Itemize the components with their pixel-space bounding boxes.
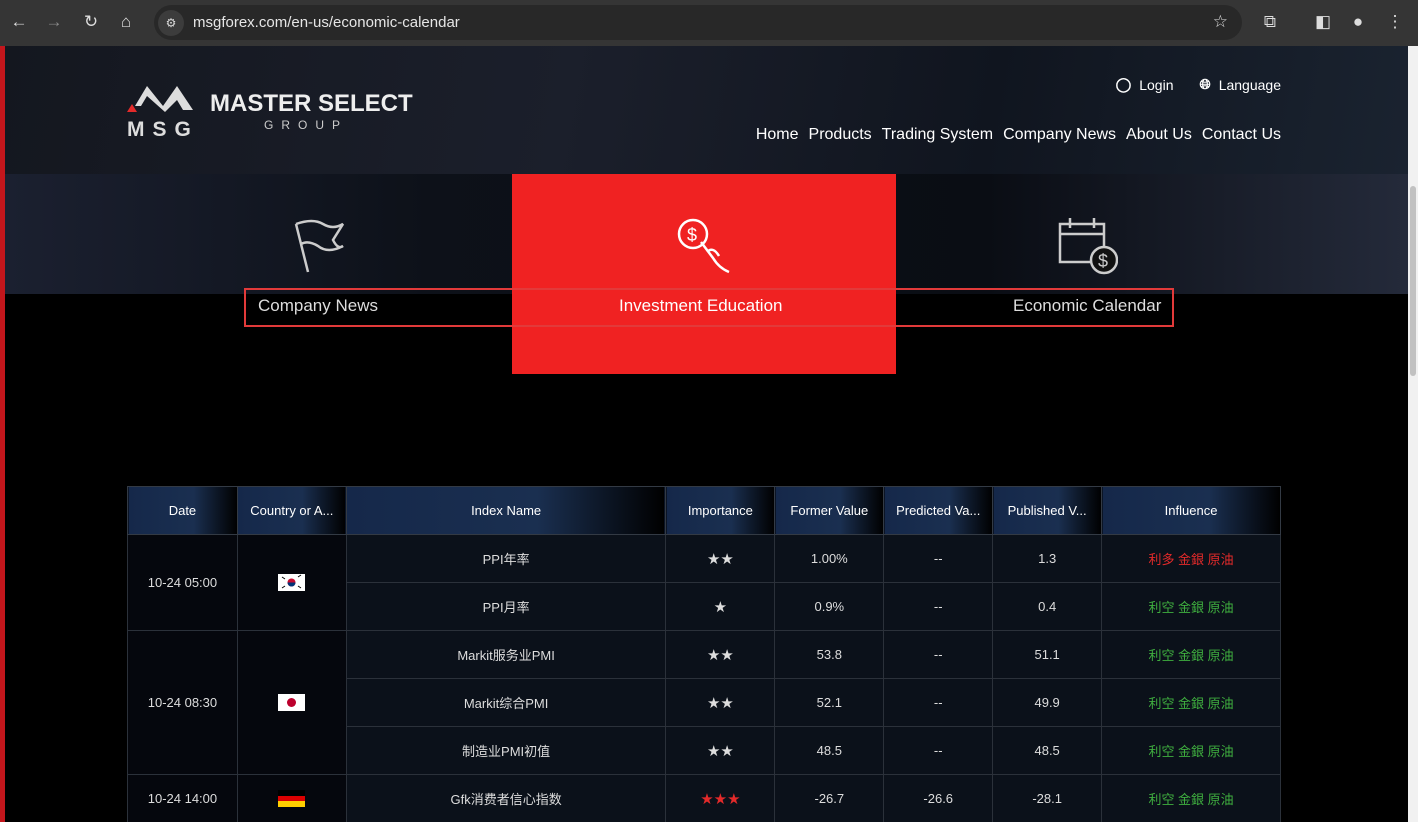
logo-msg: MSG [127, 118, 199, 141]
nav-about-us[interactable]: About Us [1126, 126, 1192, 144]
former-value-cell: 48.5 [774, 726, 885, 775]
nav-home[interactable]: Home [756, 126, 799, 144]
dollar-hand-icon: $ [677, 218, 730, 274]
calendar-dollar-icon: $ [1058, 218, 1118, 275]
tab-company-news[interactable]: Company News [258, 296, 378, 316]
table-row: 10-24 14:00 Gfk消费者信心指数 ★★★ -26.7 -26.6 -28.1 利… [127, 774, 1281, 822]
scrollbar[interactable] [1408, 46, 1418, 822]
globe-icon: 🌐︎ [1199, 76, 1211, 92]
date-cell: 10-24 08:30 [127, 630, 238, 775]
date-cell: 10-24 05:00 [127, 534, 238, 631]
tab-investment-education[interactable]: Investment Education [619, 296, 782, 316]
language-link[interactable]: 🌐︎ Language [1200, 76, 1282, 93]
former-value-cell: 52.1 [774, 678, 885, 727]
former-value-cell: -26.7 [774, 774, 885, 822]
date-cell: 10-24 14:00 [127, 774, 238, 822]
influence-cell: 利空 金銀 原油 [1101, 678, 1281, 727]
profile-icon[interactable]: ● [1347, 12, 1369, 32]
country-flag-japan [236, 630, 347, 775]
economic-calendar-table: Date Country or A... Index Name Importan… [127, 486, 1281, 822]
nav-trading-system[interactable]: Trading System [882, 126, 993, 144]
former-value-cell: 0.9% [774, 582, 885, 631]
scrollbar-thumb[interactable] [1410, 186, 1416, 376]
header-index-name[interactable]: Index Name [345, 486, 667, 535]
url-text[interactable]: msgforex.com/en-us/economic-calendar [193, 14, 460, 31]
extensions-icon[interactable]: ⧉ [1259, 12, 1281, 32]
header-predicted-value[interactable]: Predicted Va... [883, 486, 994, 535]
nav-products[interactable]: Products [809, 126, 872, 144]
back-icon[interactable]: ← [8, 12, 30, 32]
importance-stars: ★★ [665, 630, 776, 679]
language-label: Language [1218, 76, 1281, 93]
predicted-value-cell: -- [883, 630, 994, 679]
country-flag-germany [236, 774, 347, 822]
index-name-cell[interactable]: PPI月率 [345, 582, 667, 631]
logo-sub: GROUP [264, 118, 349, 132]
former-value-cell: 1.00% [774, 534, 885, 583]
address-bar[interactable]: ⚙ msgforex.com/en-us/economic-calendar ☆ [154, 5, 1242, 40]
user-icon: ◯ [1115, 76, 1132, 92]
home-icon[interactable]: ⌂ [115, 12, 137, 32]
predicted-value-cell: -- [883, 534, 994, 583]
published-value-cell: 49.9 [992, 678, 1103, 727]
header-date[interactable]: Date [127, 486, 238, 535]
importance-stars: ★★ [665, 678, 776, 727]
forward-icon[interactable]: → [43, 12, 65, 32]
login-link[interactable]: ◯ Login [1116, 76, 1174, 93]
published-value-cell: -28.1 [992, 774, 1103, 822]
predicted-value-cell: -- [883, 582, 994, 631]
logo-name: MASTER SELECT [210, 90, 413, 117]
index-name-cell[interactable]: PPI年率 [345, 534, 667, 583]
page: MSG MASTER SELECT GROUP ◯ Login 🌐︎ Languag… [0, 46, 1408, 822]
published-value-cell: 48.5 [992, 726, 1103, 775]
influence-cell: 利空 金銀 原油 [1101, 774, 1281, 822]
index-name-cell[interactable]: Gfk消费者信心指数 [345, 774, 667, 822]
former-value-cell: 53.8 [774, 630, 885, 679]
predicted-value-cell: -26.6 [883, 774, 994, 822]
index-name-cell[interactable]: 制造业PMI初值 [345, 726, 667, 775]
importance-stars: ★ [665, 582, 776, 631]
influence-cell: 利空 金銀 原油 [1101, 582, 1281, 631]
menu-icon[interactable]: ⋮ [1384, 12, 1406, 32]
influence-cell: 利空 金銀 原油 [1101, 630, 1281, 679]
header-published-value[interactable]: Published V... [992, 486, 1103, 535]
svg-text:$: $ [1098, 251, 1108, 271]
flag-icon [294, 219, 345, 273]
reload-icon[interactable]: ↻ [80, 12, 102, 32]
importance-stars: ★★★ [665, 774, 776, 822]
header-influence[interactable]: Influence [1101, 486, 1281, 535]
nav-company-news[interactable]: Company News [1003, 126, 1116, 144]
influence-cell: 利空 金銀 原油 [1101, 726, 1281, 775]
header-importance[interactable]: Importance [665, 486, 776, 535]
login-label: Login [1139, 76, 1174, 93]
header-country[interactable]: Country or A... [236, 486, 347, 535]
header-former-value[interactable]: Former Value [774, 486, 885, 535]
published-value-cell: 51.1 [992, 630, 1103, 679]
side-panel-icon[interactable]: ◧ [1312, 12, 1334, 32]
published-value-cell: 1.3 [992, 534, 1103, 583]
bookmark-star-icon[interactable]: ☆ [1213, 12, 1228, 32]
importance-stars: ★★ [665, 534, 776, 583]
svg-text:$: $ [687, 225, 697, 245]
influence-cell: 利多 金銀 原油 [1101, 534, 1281, 583]
table-header-row: Date Country or A... Index Name Importan… [127, 486, 1281, 535]
published-value-cell: 0.4 [992, 582, 1103, 631]
browser-toolbar: ← → ↻ ⌂ ⚙ msgforex.com/en-us/economic-ca… [0, 0, 1418, 46]
site-info-icon[interactable]: ⚙ [158, 9, 184, 36]
predicted-value-cell: -- [883, 726, 994, 775]
index-name-cell[interactable]: Markit综合PMI [345, 678, 667, 727]
country-flag-south-korea [236, 534, 347, 631]
predicted-value-cell: -- [883, 678, 994, 727]
tab-economic-calendar[interactable]: Economic Calendar [1013, 296, 1161, 316]
nav-contact-us[interactable]: Contact Us [1202, 126, 1281, 144]
index-name-cell[interactable]: Markit服务业PMI [345, 630, 667, 679]
main-nav: Home Products Trading System Company New… [756, 126, 1281, 144]
importance-stars: ★★ [665, 726, 776, 775]
table-row: 10-24 08:30 Markit服务业PMI ★★ 53.8 -- 51.1 利空 金銀… [127, 630, 1281, 775]
table-row: 10-24 05:00 PPI年率 ★★ 1.00% -- 1.3 利多 金銀 原油 [127, 534, 1281, 631]
